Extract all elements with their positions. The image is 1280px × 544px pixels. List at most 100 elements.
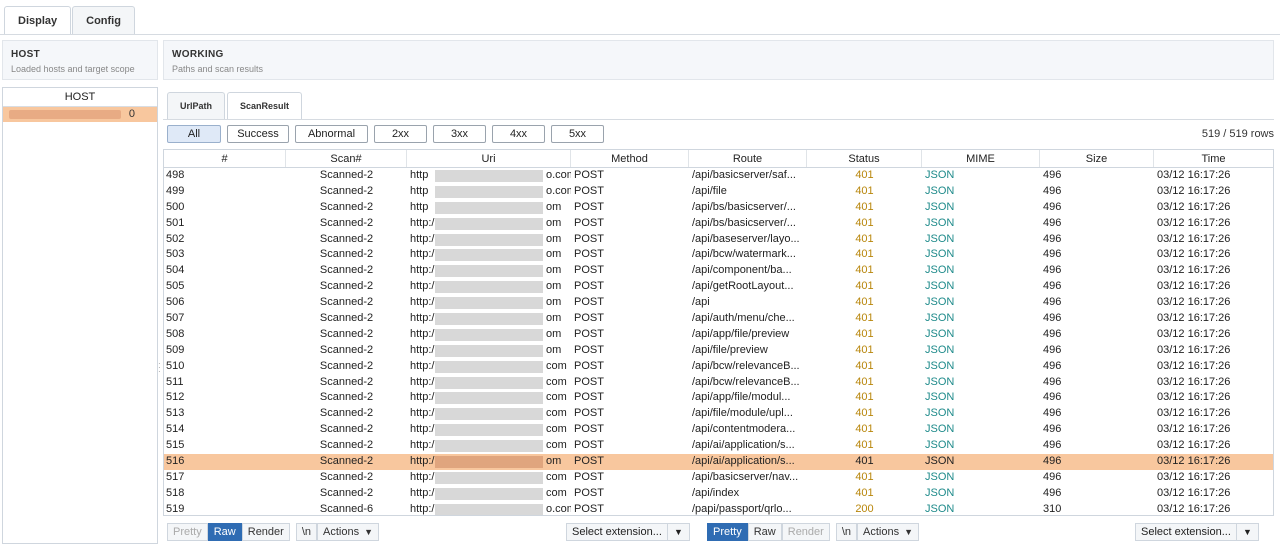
cell-time: 03/12 16:17:26: [1157, 375, 1231, 388]
cell-status: 401: [855, 232, 874, 245]
cell-mime: JSON: [925, 327, 955, 340]
request-pretty-toggle[interactable]: Pretty: [167, 523, 208, 541]
table-row[interactable]: 515 Scanned-2 http:/ com POST/api/ai/applica…: [164, 438, 1273, 454]
cell-method: POST: [574, 359, 604, 372]
uri-suffix: om: [546, 232, 562, 245]
splitter-handle[interactable]: · · ·: [158, 360, 161, 376]
request-actions-dropdown[interactable]: Actions ▼: [317, 523, 380, 541]
table-row[interactable]: 498 Scanned-2 http o.comPOST/api/basicserve…: [164, 168, 1273, 184]
filter-3xx-button[interactable]: 3xx: [433, 125, 486, 143]
uri-suffix: om: [546, 264, 562, 277]
filter-2xx-button[interactable]: 2xx: [374, 125, 427, 143]
column-header-size[interactable]: Size: [1040, 150, 1154, 167]
tab-display[interactable]: Display: [4, 6, 72, 34]
cell-mime: JSON: [925, 359, 955, 372]
filter-5xx-button[interactable]: 5xx: [551, 125, 604, 143]
column-header-status[interactable]: Status: [807, 150, 922, 167]
column-header-uri[interactable]: Uri: [407, 150, 571, 167]
cell-status: 401: [855, 486, 874, 499]
table-row[interactable]: 519 Scanned-6 http:/ o.comPOST/papi/passpor…: [164, 502, 1273, 515]
cell-method: POST: [574, 184, 604, 197]
scan-result-table[interactable]: # Scan# Uri Method Route Status MIME Siz…: [163, 149, 1274, 516]
cell-time: 03/12 16:17:26: [1157, 486, 1231, 499]
filter-success-button[interactable]: Success: [227, 125, 289, 143]
host-list-item[interactable]: 0: [3, 107, 157, 122]
sub-tab-divider: [163, 119, 1274, 120]
column-header-mime[interactable]: MIME: [922, 150, 1040, 167]
top-tab-bar: Display Config: [4, 6, 136, 34]
response-render-toggle[interactable]: Render: [781, 523, 830, 541]
table-row[interactable]: 499 Scanned-2 http o.comPOST/api/file 401 JSO…: [164, 184, 1273, 200]
table-row[interactable]: 505 Scanned-2 http:/ om POST/api/getRootLayo…: [164, 279, 1273, 295]
response-newline-toggle[interactable]: \n: [835, 523, 858, 541]
column-header-time[interactable]: Time: [1154, 150, 1273, 167]
tab-scanresult[interactable]: ScanResult: [227, 92, 303, 119]
table-row[interactable]: 516 Scanned-2 http:/ om POST/api/ai/applicat…: [164, 454, 1273, 470]
uri-prefix: http:/: [410, 264, 435, 277]
uri-prefix: http:/: [410, 327, 435, 340]
cell-method: POST: [574, 407, 604, 420]
uri-prefix: http: [410, 200, 429, 213]
table-row[interactable]: 511 Scanned-2 http:/ com POST/api/bcw/releva…: [164, 375, 1273, 391]
request-raw-toggle[interactable]: Raw: [207, 523, 242, 541]
column-header-id[interactable]: #: [164, 150, 286, 167]
uri-prefix: http:/: [410, 407, 435, 420]
filter-all-button[interactable]: All: [167, 125, 221, 143]
cell-scan: Scanned-2: [319, 264, 374, 277]
response-actions-dropdown[interactable]: Actions ▼: [857, 523, 920, 541]
cell-status: 401: [855, 312, 874, 325]
table-row[interactable]: 514 Scanned-2 http:/ com POST/api/contentmod…: [164, 422, 1273, 438]
cell-route: /api/bcw/relevanceB...: [692, 375, 800, 388]
table-row[interactable]: 517 Scanned-2 http:/ com POST/api/basicserve…: [164, 470, 1273, 486]
table-row[interactable]: 518 Scanned-2 http:/ com POST/api/index 401 JS…: [164, 486, 1273, 502]
uri-prefix: http:/: [410, 248, 435, 261]
filter-abnormal-button[interactable]: Abnormal: [295, 125, 368, 143]
cell-method: POST: [574, 169, 604, 181]
column-header-scan[interactable]: Scan#: [286, 150, 407, 167]
cell-mime: JSON: [925, 502, 955, 515]
cell-id: 518: [166, 486, 185, 499]
response-extension-select[interactable]: Select extension... ▼: [1135, 523, 1259, 541]
cell-uri: http:/ com: [407, 438, 571, 454]
table-row[interactable]: 510 Scanned-2 http:/ com POST/api/bcw/releva…: [164, 359, 1273, 375]
host-list[interactable]: HOST 0: [2, 87, 158, 544]
cell-time: 03/12 16:17:26: [1157, 280, 1231, 293]
table-row[interactable]: 507 Scanned-2 http:/ om POST/api/auth/menu/c…: [164, 311, 1273, 327]
table-row[interactable]: 512 Scanned-2 http:/ com POST/api/app/file/m…: [164, 390, 1273, 406]
cell-method: POST: [574, 502, 604, 515]
cell-status: 401: [855, 359, 874, 372]
cell-id: 508: [166, 327, 185, 340]
table-row[interactable]: 500 Scanned-2 http om POST/api/bs/basicserve…: [164, 200, 1273, 216]
response-pretty-toggle[interactable]: Pretty: [707, 523, 748, 541]
table-row[interactable]: 506 Scanned-2 http:/ om POST/api 401 JSON 496 03…: [164, 295, 1273, 311]
cell-scan: Scanned-2: [319, 391, 374, 404]
table-row[interactable]: 502 Scanned-2 http:/ om POST/api/baseserver/…: [164, 232, 1273, 248]
response-raw-toggle[interactable]: Raw: [747, 523, 782, 541]
uri-prefix: http:/: [410, 280, 435, 293]
request-newline-toggle[interactable]: \n: [295, 523, 318, 541]
tab-config[interactable]: Config: [72, 6, 135, 34]
column-header-method[interactable]: Method: [571, 150, 689, 167]
cell-id: 509: [166, 343, 185, 356]
cell-route: /api/basicserver/nav...: [692, 470, 799, 483]
cell-id: 516: [166, 455, 185, 468]
table-row[interactable]: 513 Scanned-2 http:/ com POST/api/file/modul…: [164, 406, 1273, 422]
cell-time: 03/12 16:17:26: [1157, 248, 1231, 261]
host-list-header: HOST: [3, 88, 157, 107]
table-row[interactable]: 504 Scanned-2 http:/ om POST/api/component/b…: [164, 263, 1273, 279]
table-row[interactable]: 508 Scanned-2 http:/ om POST/api/app/file/pr…: [164, 327, 1273, 343]
request-extension-select[interactable]: Select extension... ▼: [566, 523, 690, 541]
table-row[interactable]: 503 Scanned-2 http:/ om POST/api/bcw/waterma…: [164, 247, 1273, 263]
cell-scan: Scanned-2: [319, 248, 374, 261]
tab-urlpath[interactable]: UrlPath: [167, 92, 226, 119]
cell-uri: http o.com: [407, 184, 571, 200]
table-row[interactable]: 501 Scanned-2 http:/ om POST/api/bs/basicser…: [164, 216, 1273, 232]
filter-4xx-button[interactable]: 4xx: [492, 125, 545, 143]
column-header-route[interactable]: Route: [689, 150, 807, 167]
request-render-toggle[interactable]: Render: [241, 523, 290, 541]
cell-size: 496: [1043, 184, 1062, 197]
cell-size: 496: [1043, 248, 1062, 261]
cell-uri: http o.com: [407, 168, 571, 184]
table-row[interactable]: 509 Scanned-2 http:/ om POST/api/file/previe…: [164, 343, 1273, 359]
cell-route: /api/ai/application/s...: [692, 455, 795, 468]
